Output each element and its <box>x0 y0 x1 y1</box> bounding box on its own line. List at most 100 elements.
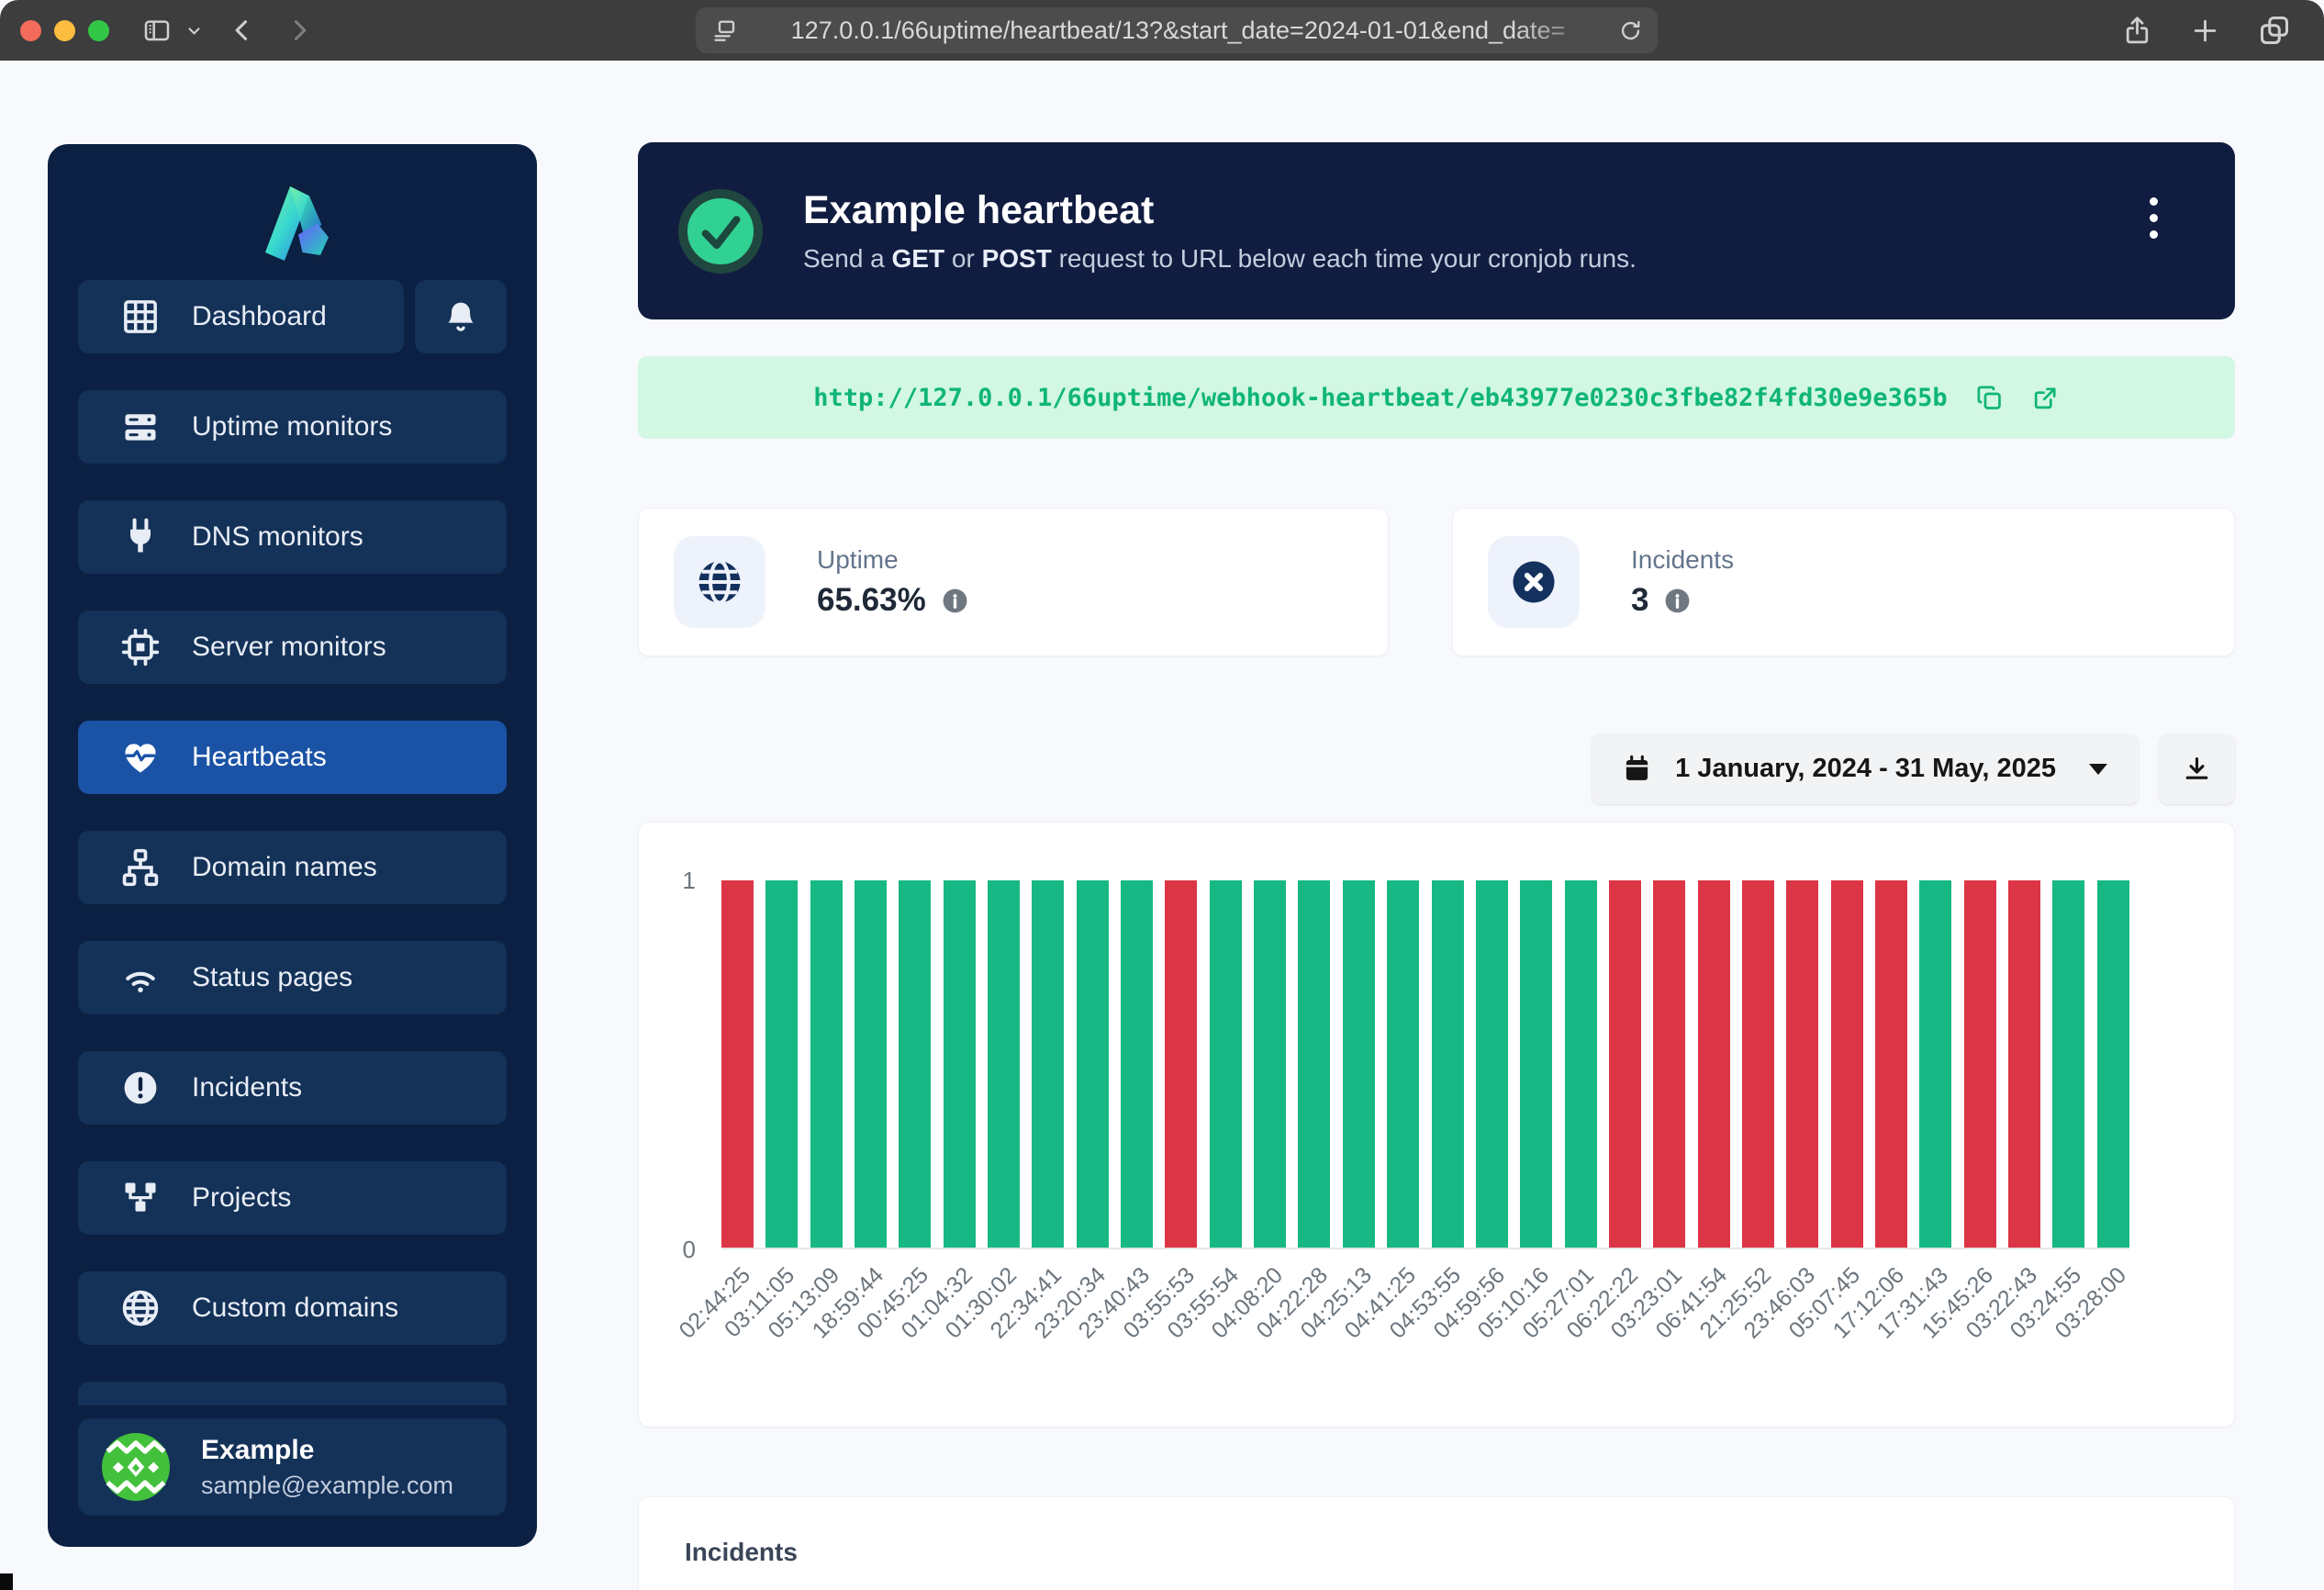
more-options-icon[interactable] <box>2144 192 2163 244</box>
heartbeat-bar-down[interactable] <box>2008 880 2040 1248</box>
heartbeat-bar-up[interactable] <box>1298 880 1330 1248</box>
info-icon[interactable] <box>941 587 969 615</box>
heartbeat-bar-up[interactable] <box>1520 880 1552 1248</box>
page-title: Example heartbeat <box>803 188 1637 233</box>
sidebar-item-label: Server monitors <box>192 632 386 663</box>
sidebar-item-label: Status pages <box>192 962 352 993</box>
back-icon[interactable] <box>229 17 255 43</box>
download-report-button[interactable] <box>2159 733 2235 804</box>
heartbeat-bar-down[interactable] <box>1875 880 1907 1248</box>
heartbeat-bar-up[interactable] <box>988 880 1020 1248</box>
sidebar-item-label: Domain names <box>192 852 377 883</box>
reload-icon[interactable] <box>1618 18 1643 43</box>
bar-column: 23:46:03 <box>1786 880 1818 1248</box>
heartbeat-bar-up[interactable] <box>944 880 976 1248</box>
sidebar-item-partial[interactable] <box>78 1382 507 1405</box>
url-text[interactable]: 127.0.0.1/66uptime/heartbeat/13?&start_d… <box>738 17 1618 45</box>
user-menu[interactable]: Example sample@example.com <box>78 1418 507 1516</box>
corner-artifact <box>0 1573 13 1590</box>
sidebar-item-dashboard[interactable]: Dashboard <box>78 280 404 353</box>
zoom-window-button[interactable] <box>88 20 109 41</box>
bar-column: 17:12:06 <box>1875 880 1907 1248</box>
main-content: Example heartbeat Send a GET or POST req… <box>638 142 2235 1590</box>
sidebar-item-projects[interactable]: Projects <box>78 1161 507 1235</box>
tab-group-chevron-icon[interactable] <box>186 23 202 39</box>
heartbeat-bar-up[interactable] <box>2052 880 2084 1248</box>
heart-pulse-icon <box>120 737 161 778</box>
heartbeat-bar-up[interactable] <box>855 880 887 1248</box>
bar-column: 17:31:43 <box>1919 880 1951 1248</box>
chart-controls: 1 January, 2024 - 31 May, 2025 <box>638 733 2235 804</box>
heartbeat-bar-up[interactable] <box>1121 880 1153 1248</box>
heartbeat-bar-up[interactable] <box>1919 880 1951 1248</box>
heartbeat-bar-up[interactable] <box>1032 880 1064 1248</box>
heartbeat-bar-up[interactable] <box>765 880 798 1248</box>
close-window-button[interactable] <box>20 20 41 41</box>
sidebar-item-status-pages[interactable]: Status pages <box>78 941 507 1014</box>
heartbeat-bar-down[interactable] <box>1742 880 1774 1248</box>
sidebar-item-custom-domains[interactable]: Custom domains <box>78 1271 507 1345</box>
tab-overview-icon[interactable] <box>2258 14 2291 47</box>
address-bar[interactable]: 127.0.0.1/66uptime/heartbeat/13?&start_d… <box>696 7 1658 53</box>
sidebar-item-domain-names[interactable]: Domain names <box>78 831 507 904</box>
bar-column: 22:34:41 <box>1032 880 1064 1248</box>
minimize-window-button[interactable] <box>54 20 75 41</box>
sitemap-icon <box>120 847 161 888</box>
heartbeat-bar-up[interactable] <box>899 880 931 1248</box>
heartbeat-bar-up[interactable] <box>1254 880 1286 1248</box>
incidents-value: 3 <box>1631 582 1648 619</box>
sidebar-toggle-icon[interactable] <box>142 16 172 45</box>
bar-column: 05:07:45 <box>1831 880 1863 1248</box>
uptime-value: 65.63% <box>817 582 926 619</box>
webhook-url-link[interactable]: http://127.0.0.1/66uptime/webhook-heartb… <box>813 384 1947 412</box>
heartbeat-bar-down[interactable] <box>1786 880 1818 1248</box>
page-format-icon[interactable] <box>710 17 738 44</box>
heartbeat-bar-down[interactable] <box>1609 880 1641 1248</box>
heartbeat-bar-up[interactable] <box>1077 880 1109 1248</box>
bar-column: 21:25:52 <box>1742 880 1774 1248</box>
heartbeat-bar-up[interactable] <box>1387 880 1419 1248</box>
heartbeat-chart: 1 0 02:44:2503:11:0505:13:0918:59:4400:4… <box>638 822 2235 1428</box>
traffic-lights <box>20 20 109 41</box>
copy-icon[interactable] <box>1975 384 2004 412</box>
bar-column: 04:59:56 <box>1476 880 1508 1248</box>
notifications-button[interactable] <box>415 280 507 353</box>
heartbeat-bar-down[interactable] <box>1698 880 1730 1248</box>
heartbeat-bar-up[interactable] <box>1565 880 1597 1248</box>
calendar-icon <box>1623 755 1651 783</box>
share-icon[interactable] <box>2122 16 2152 46</box>
user-email: sample@example.com <box>201 1472 453 1500</box>
avatar <box>102 1433 170 1501</box>
sidebar-item-incidents[interactable]: Incidents <box>78 1051 507 1125</box>
heartbeat-bar-up[interactable] <box>2097 880 2129 1248</box>
date-range-picker[interactable]: 1 January, 2024 - 31 May, 2025 <box>1592 733 2139 804</box>
bar-column: 06:41:54 <box>1698 880 1730 1248</box>
bar-column: 15:45:26 <box>1964 880 1996 1248</box>
heartbeat-bar-down[interactable] <box>1165 880 1197 1248</box>
heartbeat-bar-up[interactable] <box>1343 880 1375 1248</box>
cpu-icon <box>120 627 161 667</box>
caret-down-icon <box>2089 764 2107 775</box>
sidebar-item-uptime-monitors[interactable]: Uptime monitors <box>78 390 507 464</box>
external-link-icon[interactable] <box>2031 384 2060 412</box>
new-tab-icon[interactable] <box>2191 17 2219 45</box>
sidebar-item-dns-monitors[interactable]: DNS monitors <box>78 500 507 574</box>
info-icon[interactable] <box>1663 587 1692 615</box>
sidebar-item-server-monitors[interactable]: Server monitors <box>78 610 507 684</box>
bar-column: 00:45:25 <box>899 880 931 1248</box>
globe-icon <box>120 1288 161 1328</box>
heartbeat-bar-down[interactable] <box>1964 880 1996 1248</box>
heartbeat-bar-down[interactable] <box>721 880 754 1248</box>
sidebar-item-label: Custom domains <box>192 1293 398 1324</box>
heartbeat-bar-up[interactable] <box>1210 880 1242 1248</box>
heartbeat-bar-down[interactable] <box>1653 880 1685 1248</box>
sidebar-item-heartbeats[interactable]: Heartbeats <box>78 721 507 794</box>
forward-icon <box>286 17 312 43</box>
bar-column: 03:24:55 <box>2052 880 2084 1248</box>
bar-column: 04:22:28 <box>1298 880 1330 1248</box>
heartbeat-bar-up[interactable] <box>1476 880 1508 1248</box>
heartbeat-bar-up[interactable] <box>810 880 843 1248</box>
heartbeat-bar-down[interactable] <box>1831 880 1863 1248</box>
heartbeat-bar-up[interactable] <box>1432 880 1464 1248</box>
sidebar-item-label: DNS monitors <box>192 521 363 553</box>
